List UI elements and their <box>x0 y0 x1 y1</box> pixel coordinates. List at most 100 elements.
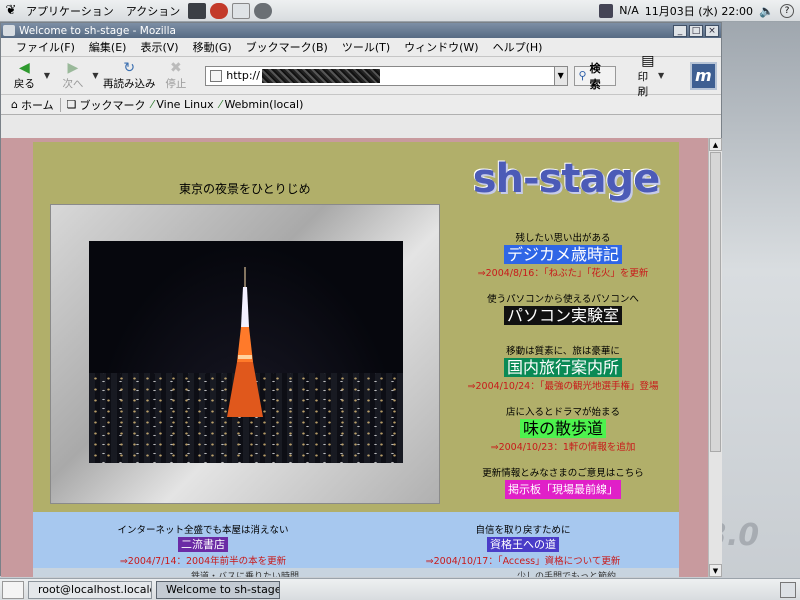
section-link-pc-lab[interactable]: パソコン実験室 <box>503 306 622 325</box>
applications-menu[interactable]: アプリケーション <box>20 3 120 19</box>
section-link-qualification[interactable]: 資格王への道 <box>487 537 559 552</box>
close-button[interactable]: × <box>705 24 719 37</box>
cutoff-text-left: 鉄道・バスに乗りたい時間 <box>191 572 300 577</box>
print-label: 印刷 <box>637 70 649 98</box>
page-body: 東京の夜景をひとりじめ sh-stage 残したい思い出がある デジカメ歳時記 … <box>33 142 679 577</box>
photo-frame <box>50 204 440 504</box>
menu-edit[interactable]: 編集(E) <box>82 39 134 55</box>
task-mozilla[interactable]: Welcome to sh-stage <box>156 580 280 599</box>
section-tagline: 店に入るとドラマが始まる <box>505 407 620 418</box>
browser-window: Welcome to sh-stage - Mozilla _ □ × ファイル… <box>0 22 723 599</box>
print-dropdown[interactable]: ▼ <box>658 71 668 80</box>
stop-button[interactable]: ✖ 停止 <box>156 59 195 93</box>
bookmark-label: Webmin(local) <box>224 98 304 111</box>
actions-menu[interactable]: アクション <box>120 3 186 19</box>
menu-go[interactable]: 移動(G) <box>186 39 239 55</box>
scroll-down-arrow[interactable]: ▼ <box>709 564 722 577</box>
task-terminal[interactable]: root@localhost.localdo <box>28 580 152 599</box>
section-qualification: 自信を取り戻すために 資格王への道 ⇒2004/10/17：「Access」資格… <box>373 522 673 567</box>
tokyo-night-photo <box>89 241 403 463</box>
next-band-cutoff: 鉄道・バスに乗りたい時間 少しの手間でもっと節約 <box>33 568 679 577</box>
forward-history-dropdown[interactable]: ▼ <box>92 71 102 80</box>
forward-button[interactable]: ▶ 次へ <box>54 59 93 93</box>
terminal-launcher-icon[interactable] <box>188 2 207 19</box>
home-label: ホーム <box>20 98 54 112</box>
section-link-bookstore[interactable]: 二流書店 <box>178 537 228 552</box>
url-history-dropdown[interactable]: ▼ <box>553 65 568 86</box>
menu-window[interactable]: ウィンドウ(W) <box>397 39 485 55</box>
volume-icon[interactable]: 🔈 <box>759 4 774 18</box>
window-titlebar[interactable]: Welcome to sh-stage - Mozilla _ □ × <box>1 23 721 38</box>
section-food: 店に入るとドラマが始まる 味の散歩道 ⇒2004/10/23：1軒の情報を追加 <box>443 404 683 453</box>
workspace-1[interactable] <box>780 581 796 598</box>
bookmark-link-webmin[interactable]: ⁄ Webmin(local) <box>220 98 310 111</box>
back-button[interactable]: ◀ 戻る <box>5 59 44 93</box>
section-tagline: インターネット全盛でも本屋は消えない <box>117 525 289 536</box>
browser-launcher-icon[interactable] <box>210 2 229 19</box>
show-desktop-button[interactable] <box>2 580 24 599</box>
section-update[interactable]: ⇒2004/10/23：1軒の情報を追加 <box>443 439 683 453</box>
search-icon: ⚲ <box>578 69 587 82</box>
section-link-food[interactable]: 味の散歩道 <box>519 419 606 438</box>
section-tagline: 使うパソコンから使えるパソコンへ <box>487 294 639 305</box>
section-digicam: 残したい思い出がある デジカメ歳時記 ⇒2004/8/16：「ねぶた」「花火」を… <box>443 230 683 279</box>
home-button[interactable]: ⌂ ホーム <box>11 97 60 113</box>
scroll-thumb[interactable] <box>710 152 721 452</box>
scroll-up-arrow[interactable]: ▲ <box>709 138 722 151</box>
menu-file[interactable]: ファイル(F) <box>9 39 82 55</box>
section-update[interactable]: ⇒2004/8/16：「ねぶた」「花火」を更新 <box>443 265 683 279</box>
section-pc-lab: 使うパソコンから使えるパソコンへ パソコン実験室 <box>443 291 683 325</box>
workspace-switcher[interactable] <box>780 581 796 598</box>
help-icon[interactable]: ? <box>780 3 794 18</box>
section-update[interactable]: ⇒2004/10/17：「Access」資格について更新 <box>373 553 673 567</box>
vertical-scrollbar[interactable]: ▲ ▼ <box>708 138 722 577</box>
maximize-button[interactable]: □ <box>689 24 703 37</box>
throbber-logo[interactable]: m <box>689 61 717 90</box>
bookmark-label: Vine Linux <box>156 98 214 111</box>
network-monitor-icon[interactable] <box>599 3 614 18</box>
site-logo[interactable]: sh-stage <box>461 156 671 206</box>
bookmarks-button[interactable]: ❏ ブックマーク <box>67 97 152 113</box>
page-content[interactable]: 東京の夜景をひとりじめ sh-stage 残したい思い出がある デジカメ歳時記 … <box>1 138 708 577</box>
task-label: Welcome to sh-stage <box>166 583 280 596</box>
section-travel: 移動は質素に、旅は豪華に 国内旅行案内所 ⇒2004/10/24：「最強の観光地… <box>443 343 683 392</box>
clock[interactable]: 11月03日 (水) 22:00 <box>645 3 753 19</box>
top-panel: ❦ アプリケーション アクション N/A 11月03日 (水) 22:00 🔈 … <box>0 0 800 22</box>
reload-button[interactable]: ↻ 再読み込み <box>102 59 156 93</box>
reload-label: 再読み込み <box>102 78 156 90</box>
menu-bookmarks[interactable]: ブックマーク(B) <box>239 39 335 55</box>
page-proxy-icon[interactable] <box>210 69 223 82</box>
link-icon: ⁄ <box>151 98 154 111</box>
bookmarks-label: ブックマーク <box>79 98 146 112</box>
task-label: root@localhost.localdo <box>38 583 152 596</box>
menu-tools[interactable]: ツール(T) <box>335 39 397 55</box>
page-heading: 東京の夜景をひとりじめ <box>179 182 311 196</box>
settings-launcher-icon[interactable] <box>254 2 273 19</box>
section-update[interactable]: ⇒2004/10/24：「最強の観光地選手権」登場 <box>443 378 683 392</box>
section-link-bbs[interactable]: 掲示板「現場最前線」 <box>505 480 621 499</box>
forward-arrow-icon: ▶ <box>67 60 79 76</box>
section-tagline: 更新情報とみなさまのご意見はこちら <box>482 468 644 479</box>
url-bar[interactable]: http:// <box>205 65 555 86</box>
toolbar-separator <box>59 97 61 112</box>
url-prefix: http:// <box>226 69 260 82</box>
bookmark-link-vine-linux[interactable]: ⁄ Vine Linux <box>152 98 220 111</box>
gnome-foot-icon[interactable]: ❦ <box>2 3 20 18</box>
section-tagline: 自信を取り戻すために <box>475 525 571 536</box>
home-icon: ⌂ <box>11 98 18 111</box>
search-button[interactable]: ⚲ 検索 <box>573 62 616 91</box>
menubar: ファイル(F) 編集(E) 表示(V) 移動(G) ブックマーク(B) ツール(… <box>1 38 721 57</box>
tokyo-tower <box>227 267 263 417</box>
back-history-dropdown[interactable]: ▼ <box>44 71 54 80</box>
search-label: 検索 <box>589 61 601 91</box>
mail-launcher-icon[interactable] <box>232 2 251 19</box>
minimize-button[interactable]: _ <box>673 24 687 37</box>
print-button[interactable]: ▤ 印刷 <box>638 53 658 99</box>
section-link-travel[interactable]: 国内旅行案内所 <box>503 358 622 377</box>
reload-icon: ↻ <box>123 60 136 76</box>
section-update[interactable]: ⇒2004/7/14：2004年前半の本を更新 <box>53 553 353 567</box>
window-menu-icon[interactable] <box>3 25 15 36</box>
menu-view[interactable]: 表示(V) <box>133 39 185 55</box>
section-link-digicam[interactable]: デジカメ歳時記 <box>503 245 622 264</box>
menu-help[interactable]: ヘルプ(H) <box>486 39 550 55</box>
